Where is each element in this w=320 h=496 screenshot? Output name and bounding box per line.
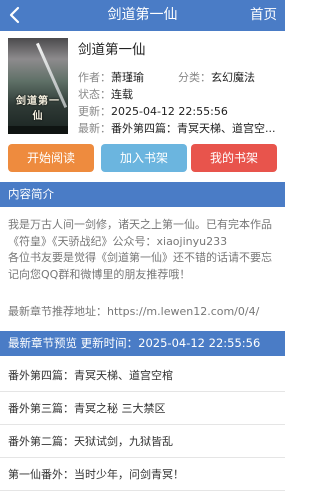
chapter-list-item[interactable]: 第一仙番外：当时少年，问剑青冥！: [0, 459, 285, 491]
start-reading-button[interactable]: 开始阅读: [8, 144, 94, 172]
author-value[interactable]: 萧瑾瑜: [111, 71, 144, 84]
book-cover-image: 剑道第一仙: [8, 38, 68, 134]
status-value: 连载: [111, 88, 133, 101]
category-row: 分类：玄幻魔法: [178, 69, 255, 85]
author-row: 作者：萧瑾瑜: [78, 69, 144, 85]
author-label: 作者：: [78, 71, 111, 84]
book-info-panel: 剑道第一仙 剑道第一仙 作者：萧瑾瑜 分类：玄幻魔法 状态：连载 更新：2025…: [0, 31, 285, 141]
home-link[interactable]: 首页: [250, 0, 277, 31]
updated-row: 更新：2025-04-12 22:55:56: [78, 103, 228, 119]
status-row: 状态：连载: [78, 86, 133, 102]
updated-value: 2025-04-12 22:55:56: [111, 105, 228, 118]
cover-title-text: 剑道第一仙: [16, 96, 60, 122]
intro-section-header: 内容简介: [0, 182, 285, 207]
latest-chapter-link[interactable]: 番外第四篇：青冥天梯、道宫空...: [111, 122, 276, 135]
chapters-section-header: 最新章节预览 更新时间：2025-04-12 22:55:56: [0, 331, 285, 356]
top-nav-bar: 剑道第一仙 首页: [0, 0, 285, 31]
chapter-list-item[interactable]: 番外第二篇：天狱试剑，九狱皆乱: [0, 426, 285, 458]
page-title: 剑道第一仙: [107, 7, 178, 23]
back-arrow-icon[interactable]: [6, 6, 24, 24]
my-shelf-button[interactable]: 我的书架: [191, 144, 277, 172]
add-to-shelf-button[interactable]: 加入书架: [101, 144, 187, 172]
cover-bottom-strip: [8, 126, 68, 134]
intro-line-1: 我是万古人间一剑修，诸天之上第一仙。已有完本作品《符皇》《天骄战纪》公众号：xi…: [8, 218, 272, 248]
category-label: 分类：: [178, 71, 211, 84]
chapter-list-item[interactable]: 番外第四篇：青冥天梯、道宫空棺: [0, 360, 285, 392]
chapter-list-item[interactable]: 番外第三篇：青冥之秘 三大禁区: [0, 393, 285, 425]
latest-label: 最新：: [78, 122, 111, 135]
latest-row: 最新：番外第四篇：青冥天梯、道宫空...: [78, 120, 276, 136]
book-name: 剑道第一仙: [78, 42, 146, 58]
category-value[interactable]: 玄幻魔法: [211, 71, 255, 84]
intro-line-2: 各位书友要是觉得《剑道第一仙》还不错的话请不要忘记向您QQ群和微博里的朋友推荐哦…: [8, 251, 272, 281]
latest-address-text: 最新章节推荐地址：https://m.lewen12.com/0/4/: [8, 305, 260, 318]
intro-text: 我是万古人间一剑修，诸天之上第一仙。已有完本作品《符皇》《天骄战纪》公众号：xi…: [8, 217, 280, 283]
updated-label: 更新：: [78, 105, 111, 118]
status-label: 状态：: [78, 88, 111, 101]
